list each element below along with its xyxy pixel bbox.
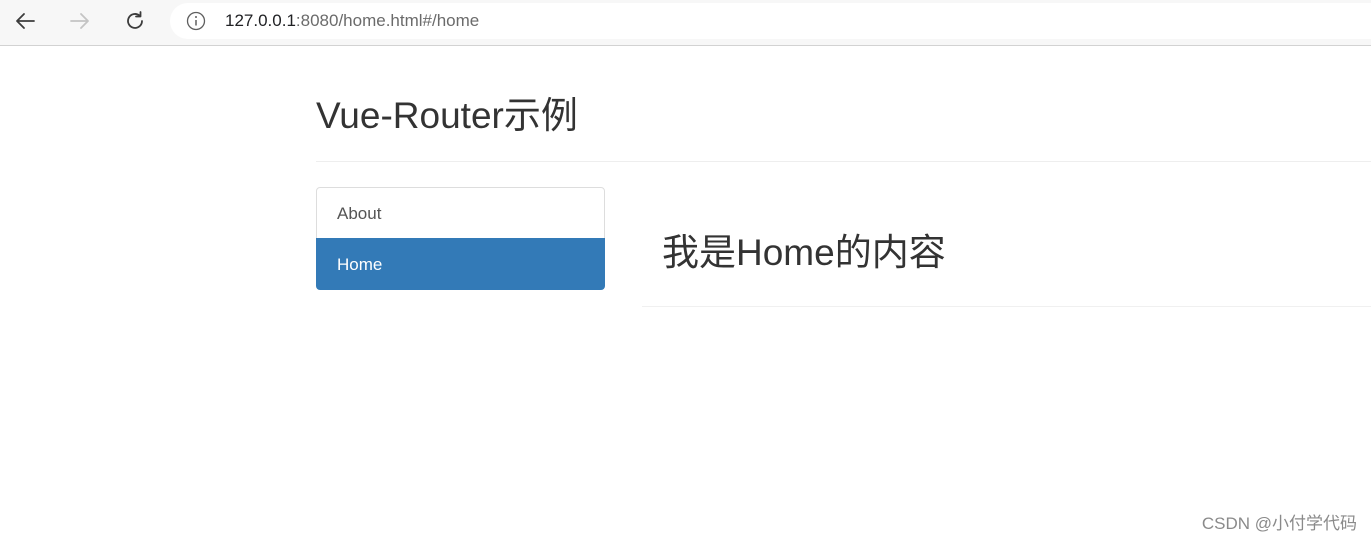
page-title: Vue-Router示例: [316, 95, 578, 136]
back-button[interactable]: [9, 5, 41, 37]
info-icon[interactable]: [186, 11, 206, 31]
nav-item-about[interactable]: About: [316, 187, 605, 239]
back-arrow-icon: [16, 13, 35, 29]
address-bar[interactable]: 127.0.0.1:8080/home.html#/home: [170, 3, 1371, 39]
title-divider: [316, 161, 1371, 162]
forward-button[interactable]: [64, 5, 96, 37]
content-panel: 我是Home的内容: [642, 187, 1371, 307]
url-host: 127.0.0.1: [225, 11, 296, 30]
nav-item-home[interactable]: Home: [316, 238, 605, 290]
watermark: CSDN @小付学代码: [1201, 514, 1357, 533]
browser-toolbar: 127.0.0.1:8080/home.html#/home: [0, 0, 1371, 46]
reload-icon: [127, 11, 143, 29]
url-text[interactable]: 127.0.0.1:8080/home.html#/home: [225, 11, 479, 31]
reload-button[interactable]: [119, 5, 151, 37]
content-heading: 我是Home的内容: [662, 232, 946, 273]
url-path: :8080/home.html#/home: [295, 11, 480, 30]
forward-arrow-icon: [70, 13, 89, 29]
nav-list: About Home: [316, 187, 605, 290]
